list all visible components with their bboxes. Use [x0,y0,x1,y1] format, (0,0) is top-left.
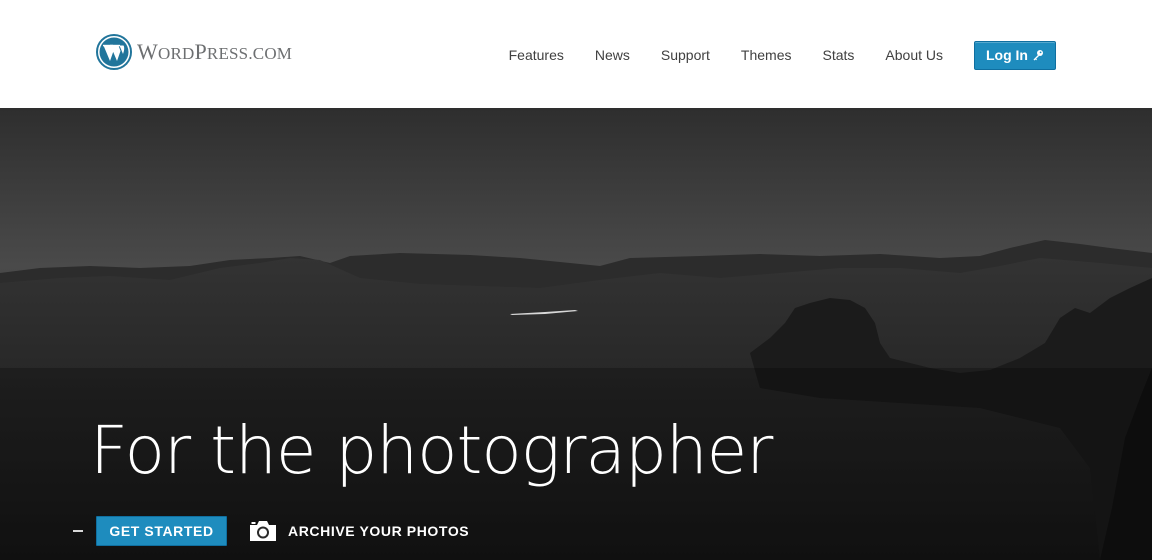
wordpress-logo-icon [96,34,132,70]
key-icon [1033,50,1043,61]
logo-letter: W [137,39,158,64]
hero-headline: For the photographer [90,412,773,489]
nav-item-about-us[interactable]: About Us [885,47,943,63]
hero-section: For the photographer GET STARTED ARCHIVE… [0,108,1152,560]
site-header: W ORD P RESS .COM Features News Support Them… [0,0,1152,108]
nav-item-stats[interactable]: Stats [823,47,855,63]
logo-suffix: .COM [248,44,293,63]
nav-item-themes[interactable]: Themes [741,47,792,63]
slide-indicator[interactable] [73,530,83,532]
get-started-button[interactable]: GET STARTED [96,516,227,546]
logo-letter: P [194,39,207,64]
nav-item-support[interactable]: Support [661,47,710,63]
wordpress-logo[interactable]: W ORD P RESS .COM [96,33,292,71]
login-button[interactable]: Log In [974,40,1056,70]
nav-item-features[interactable]: Features [509,47,564,63]
camera-icon [250,521,276,541]
archive-photos-link[interactable]: ARCHIVE YOUR PHOTOS [288,523,469,539]
nav-item-news[interactable]: News [595,47,630,63]
main-nav: Features News Support Themes Stats About… [509,40,1056,70]
logo-letters: RESS [206,44,249,63]
hero-actions: GET STARTED ARCHIVE YOUR PHOTOS [96,516,469,546]
hero-landscape-image [0,108,1152,560]
login-label: Log In [986,47,1028,63]
logo-wordmark: W ORD P RESS .COM [137,39,292,65]
logo-letters: ORD [157,44,195,63]
